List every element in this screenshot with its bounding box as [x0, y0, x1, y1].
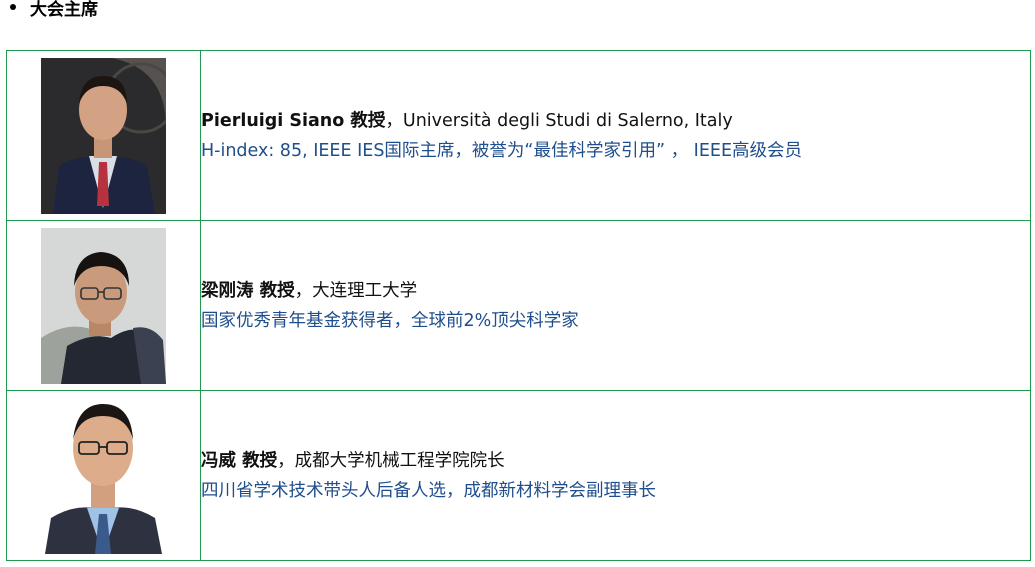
photo-cell — [6, 220, 201, 391]
section-heading: 大会主席 — [10, 0, 98, 20]
chair-info: 冯威 教授，成都大学机械工程学院院长 四川省学术技术带头人后备人选，成都新材料学… — [200, 390, 1031, 561]
photo-cell — [6, 50, 201, 221]
chairs-table: Pierluigi Siano 教授，Università degli Stud… — [6, 50, 1031, 561]
chair-affiliation: Università degli Studi di Salerno, Italy — [402, 110, 733, 131]
portrait-photo-2 — [41, 227, 166, 384]
chair-name: Pierluigi Siano 教授 — [201, 110, 386, 131]
table-row: 冯威 教授，成都大学机械工程学院院长 四川省学术技术带头人后备人选，成都新材料学… — [6, 390, 1031, 561]
chair-info: 梁刚涛 教授，大连理工大学 国家优秀青年基金获得者，全球前2%顶尖科学家 — [200, 220, 1031, 391]
section-title: 大会主席 — [30, 0, 98, 20]
name-separator: ， — [277, 450, 295, 471]
chair-affiliation: 成都大学机械工程学院院长 — [294, 450, 505, 471]
chair-affiliation: 大连理工大学 — [312, 280, 418, 301]
portrait-photo-3 — [41, 397, 166, 554]
chair-name: 冯威 教授 — [201, 450, 278, 471]
chair-honors: H-index: 85, IEEE IES国际主席，被誉为“最佳科学家引用” ，… — [201, 140, 803, 161]
bullet-icon — [10, 4, 16, 10]
chair-honors: 国家优秀青年基金获得者，全球前2%顶尖科学家 — [201, 310, 579, 331]
table-row: Pierluigi Siano 教授，Università degli Stud… — [6, 50, 1031, 221]
chair-info: Pierluigi Siano 教授，Università degli Stud… — [200, 50, 1031, 221]
name-separator: ， — [385, 110, 403, 131]
name-separator: ， — [294, 280, 313, 301]
chair-honors: 四川省学术技术带头人后备人选，成都新材料学会副理事长 — [201, 480, 656, 501]
table-row: 梁刚涛 教授，大连理工大学 国家优秀青年基金获得者，全球前2%顶尖科学家 — [6, 220, 1031, 391]
portrait-photo-1 — [41, 57, 166, 214]
chair-name: 梁刚涛 教授 — [201, 280, 295, 301]
photo-cell — [6, 390, 201, 561]
